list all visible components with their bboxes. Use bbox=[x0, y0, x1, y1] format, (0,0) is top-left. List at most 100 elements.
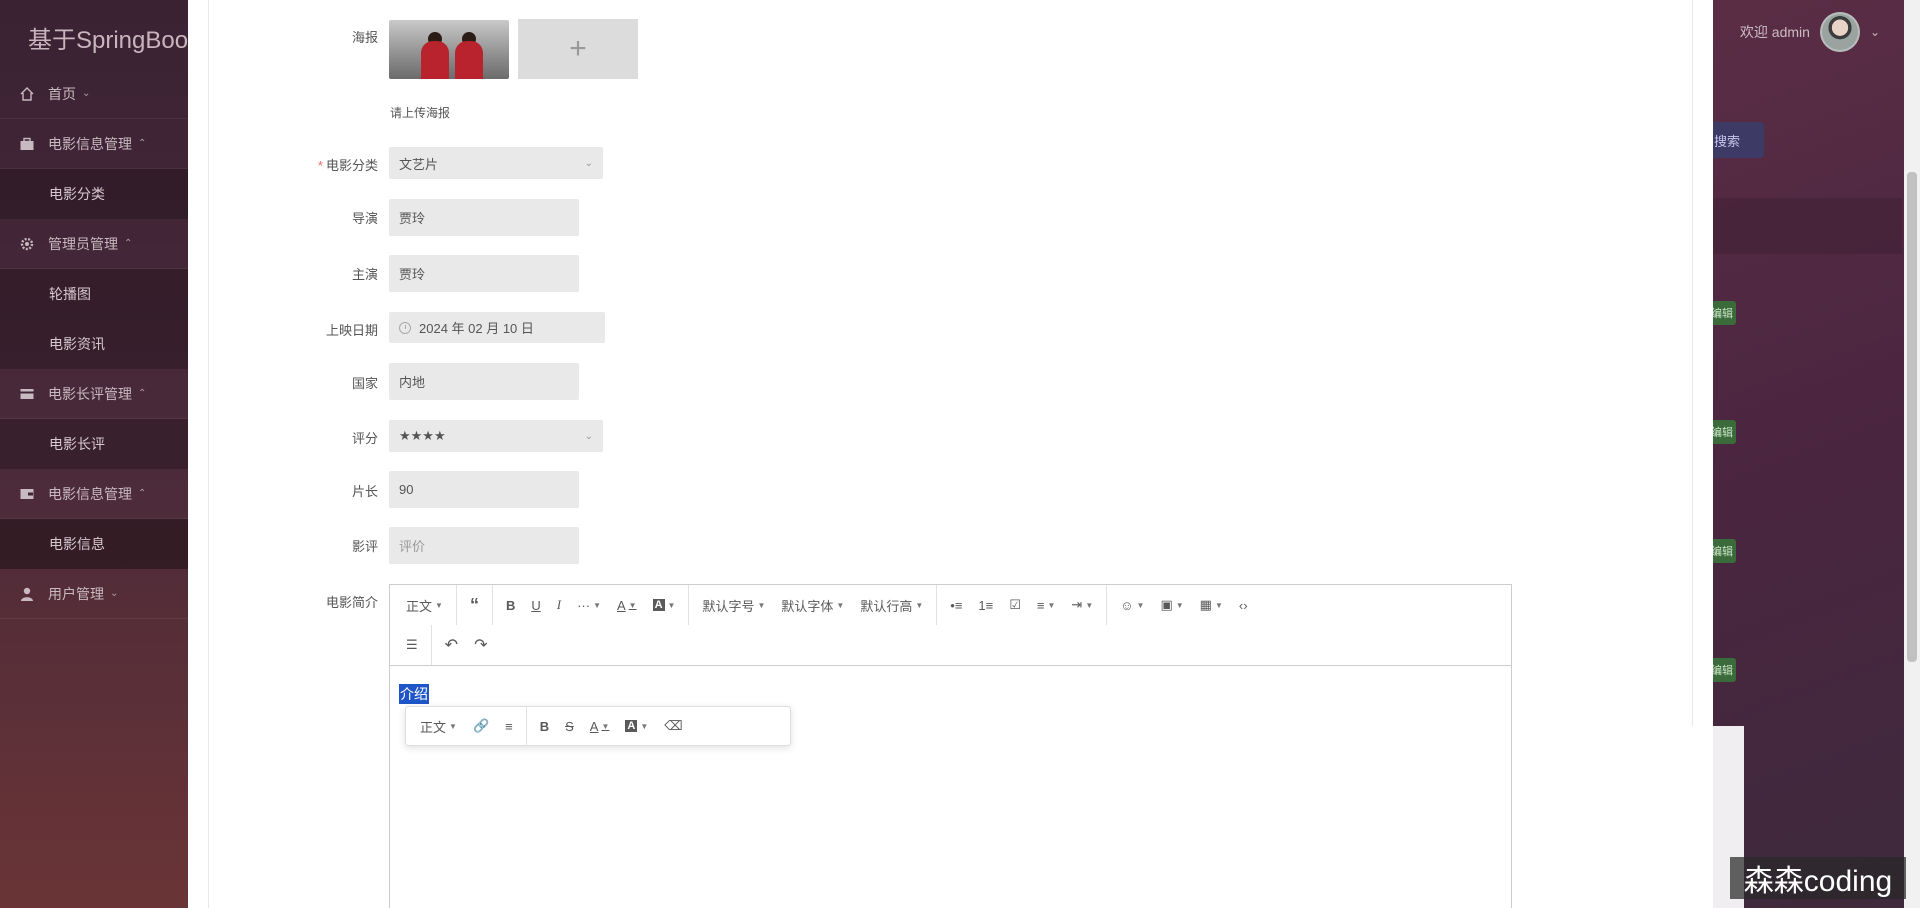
font-color-icon[interactable]: A ▼ bbox=[609, 590, 645, 620]
poster-label: 海报 bbox=[351, 30, 378, 45]
sidebar-item-movie-news[interactable]: 电影资讯 bbox=[0, 319, 188, 369]
poster-thumbnail[interactable] bbox=[389, 20, 509, 79]
director-input[interactable]: 贾玲 bbox=[389, 199, 579, 236]
toolbar-divider bbox=[1106, 585, 1108, 625]
caret-down-icon: ▼ bbox=[601, 721, 610, 731]
caret-down-icon: ▼ bbox=[1085, 600, 1094, 610]
edit-tag-label: 编辑 bbox=[1711, 427, 1733, 439]
clock-icon bbox=[399, 321, 411, 334]
background-color-icon[interactable]: A ▼ bbox=[645, 590, 684, 620]
lead-value: 贾玲 bbox=[399, 267, 426, 282]
line-height-menu[interactable]: 默认行高 ▼ bbox=[852, 590, 931, 620]
toolbar-divider bbox=[491, 585, 493, 625]
chevron-down-icon: ⌄ bbox=[584, 430, 593, 442]
emoji-icon[interactable]: ☺ ▼ bbox=[1112, 590, 1152, 620]
sidebar-item-movie-info[interactable]: 电影信息 bbox=[0, 519, 188, 569]
bulleted-list-icon[interactable]: ≡ bbox=[497, 711, 521, 741]
overlay-panel bbox=[1520, 726, 1744, 908]
duration-label: 片长 bbox=[351, 484, 378, 499]
sidebar-item-user-mgmt[interactable]: 用户管理 ⌄ bbox=[0, 569, 188, 619]
category-label-text: 电影分类 bbox=[325, 158, 378, 173]
sidebar-item-label: 电影信息 bbox=[49, 536, 105, 552]
category-value: 文艺片 bbox=[399, 156, 439, 172]
link-icon[interactable]: 🔗 bbox=[465, 711, 497, 741]
category-select[interactable]: 文艺片 ⌄ bbox=[389, 147, 603, 179]
table-icon[interactable]: ▦ ▼ bbox=[1192, 590, 1231, 620]
image-icon[interactable]: ▣ ▼ bbox=[1152, 590, 1191, 620]
paragraph-style-menu[interactable]: 正文 ▼ bbox=[412, 711, 465, 741]
background-color-icon[interactable]: A ▼ bbox=[617, 711, 656, 741]
indent-icon[interactable]: ⇥ ▼ bbox=[1063, 590, 1101, 620]
chevron-up-icon: ⌃ bbox=[138, 138, 147, 149]
sidebar-item-carousel[interactable]: 轮播图 bbox=[0, 269, 188, 319]
table-header bbox=[1712, 198, 1902, 254]
underline-icon[interactable]: U bbox=[523, 590, 548, 620]
duration-value: 90 bbox=[399, 482, 414, 497]
edit-tag-label: 编辑 bbox=[1711, 665, 1733, 677]
upload-button[interactable]: + bbox=[518, 19, 638, 79]
duration-input[interactable]: 90 bbox=[389, 471, 579, 508]
chevron-up-icon: ⌃ bbox=[138, 388, 147, 399]
scrollbar-thumb[interactable] bbox=[1907, 172, 1917, 662]
strikethrough-icon[interactable]: S bbox=[557, 711, 582, 741]
bold-icon[interactable]: B bbox=[498, 590, 523, 620]
sidebar-item-admin-mgmt[interactable]: 管理员管理 ⌃ bbox=[0, 219, 188, 269]
caret-down-icon: ▼ bbox=[1047, 600, 1056, 610]
sidebar-item-label: 电影长评管理 bbox=[48, 385, 132, 402]
font-family-menu[interactable]: 默认字体 ▼ bbox=[773, 590, 852, 620]
align-icon[interactable]: ≡ ▼ bbox=[1029, 590, 1064, 620]
card-icon bbox=[18, 385, 36, 403]
sidebar-item-movie-info-mgmt-2[interactable]: 电影信息管理 ⌃ bbox=[0, 469, 188, 519]
chevron-down-icon[interactable]: ⌄ bbox=[1870, 25, 1880, 39]
rating-select[interactable]: ★★★★ ⌄ bbox=[389, 420, 603, 452]
undo-icon[interactable]: ↶ bbox=[437, 630, 466, 660]
editor-toolbar: 正文 ▼ “ B U I ··· ▼ A ▼ A ▼ 默认字号 ▼ 默认字体 ▼ 默认行高 ▼… bbox=[390, 585, 1511, 666]
sidebar-item-movie-category[interactable]: 电影分类 bbox=[0, 169, 188, 219]
italic-icon[interactable]: I bbox=[549, 590, 569, 620]
poster-figure bbox=[455, 41, 483, 79]
toolbar-divider bbox=[525, 706, 527, 746]
sidebar-item-movie-info-mgmt[interactable]: 电影信息管理 ⌃ bbox=[0, 119, 188, 169]
chevron-up-icon: ⌃ bbox=[138, 488, 147, 499]
category-label: * 电影分类 bbox=[268, 155, 378, 174]
sidebar-item-label: 轮播图 bbox=[49, 286, 91, 302]
divider-insert-icon[interactable]: ☰ bbox=[398, 630, 426, 660]
caret-down-icon: ▼ bbox=[915, 600, 924, 610]
sidebar-item-label: 电影信息管理 bbox=[48, 485, 132, 502]
bold-icon[interactable]: B bbox=[532, 711, 557, 741]
sidebar-item-label: 电影分类 bbox=[49, 186, 105, 202]
caret-down-icon: ▼ bbox=[667, 600, 676, 610]
sidebar-item-home[interactable]: 首页 ⌄ bbox=[0, 69, 188, 119]
watermark: 森森coding bbox=[1730, 857, 1906, 899]
release-date-picker[interactable]: 2024 年 02 月 10 日 bbox=[389, 312, 605, 343]
editor-content[interactable] bbox=[390, 667, 1511, 908]
font-size-menu[interactable]: 默认字号 ▼ bbox=[694, 590, 773, 620]
brand-title: 基于SpringBoo bbox=[28, 27, 189, 54]
page-scrollbar[interactable] bbox=[1904, 0, 1920, 908]
caret-down-icon: ▼ bbox=[449, 721, 457, 731]
toolbar-divider bbox=[688, 585, 690, 625]
sidebar-item-long-review-mgmt[interactable]: 电影长评管理 ⌃ bbox=[0, 369, 188, 419]
lead-input[interactable]: 贾玲 bbox=[389, 255, 579, 292]
numbered-list-icon[interactable]: 1≡ bbox=[970, 590, 1001, 620]
intro-rich-editor[interactable]: 正文 ▼ “ B U I ··· ▼ A ▼ A ▼ 默认字号 ▼ 默认字体 ▼ 默认行高 ▼… bbox=[389, 584, 1512, 908]
sidebar-item-long-review[interactable]: 电影长评 bbox=[0, 419, 188, 469]
gear-icon bbox=[18, 235, 36, 253]
selected-text[interactable]: 介绍 bbox=[399, 684, 429, 704]
font-color-icon[interactable]: A ▼ bbox=[582, 711, 618, 741]
country-input[interactable]: 内地 bbox=[389, 363, 579, 400]
sidebar-item-label: 首页 bbox=[48, 85, 76, 102]
review-input[interactable]: 评价 bbox=[389, 527, 579, 564]
caret-down-icon: ▼ bbox=[757, 600, 766, 610]
todo-icon[interactable]: ☑ bbox=[1001, 590, 1029, 620]
quote-icon[interactable]: “ bbox=[462, 590, 487, 620]
clear-format-icon[interactable]: ⌫ bbox=[656, 711, 690, 741]
more-icon[interactable]: ··· ▼ bbox=[569, 590, 609, 620]
redo-icon[interactable]: ↷ bbox=[466, 630, 495, 660]
user-header[interactable]: 欢迎 admin ⌄ bbox=[1740, 12, 1880, 52]
avatar[interactable] bbox=[1819, 12, 1860, 52]
bulleted-list-icon[interactable]: •≡ bbox=[942, 590, 970, 620]
paragraph-style-menu[interactable]: 正文 ▼ bbox=[398, 590, 451, 620]
caret-down-icon: ▼ bbox=[435, 600, 443, 610]
code-icon[interactable]: ‹› bbox=[1231, 590, 1256, 620]
